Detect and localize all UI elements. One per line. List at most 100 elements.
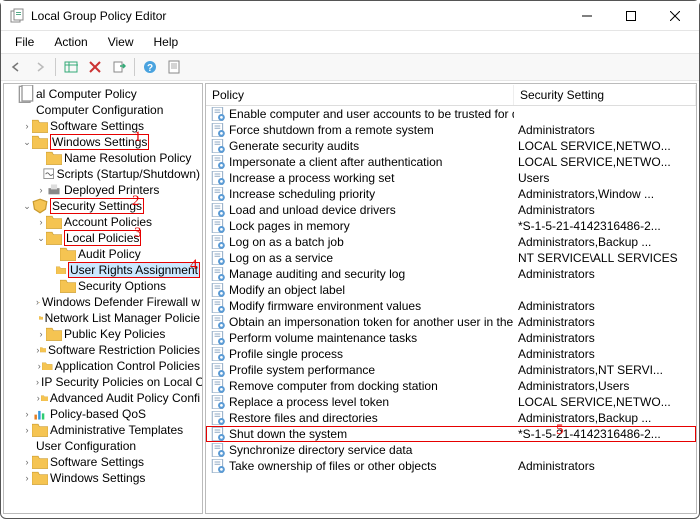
tree-item[interactable]: ⌄Security Settings2 (4, 198, 202, 214)
list-row[interactable]: Impersonate a client after authenticatio… (206, 154, 696, 170)
list-row[interactable]: Force shutdown from a remote systemAdmin… (206, 122, 696, 138)
tree-item[interactable]: Network List Manager Policie (4, 310, 202, 326)
tree-item[interactable]: User Configuration (4, 438, 202, 454)
close-button[interactable] (653, 2, 697, 30)
list-row[interactable]: Synchronize directory service data (206, 442, 696, 458)
back-button[interactable] (5, 56, 27, 78)
policy-label: Modify an object label (229, 283, 345, 297)
tree-item-label: Name Resolution Policy (64, 151, 191, 165)
tree-item[interactable]: ›Administrative Templates (4, 422, 202, 438)
properties-button[interactable] (163, 56, 185, 78)
menu-file[interactable]: File (7, 33, 42, 51)
list-row[interactable]: Enable computer and user accounts to be … (206, 106, 696, 122)
list-row[interactable]: Replace a process level tokenLOCAL SERVI… (206, 394, 696, 410)
expand-icon[interactable]: › (22, 473, 32, 483)
tree-item[interactable]: › Software Settings (4, 454, 202, 470)
tree-item[interactable]: Audit Policy (4, 246, 202, 262)
tree-item[interactable]: ›Application Control Policies (4, 358, 202, 374)
delete-button[interactable] (84, 56, 106, 78)
list-row[interactable]: Load and unload device driversAdministra… (206, 202, 696, 218)
tree-item[interactable]: ›Windows Settings (4, 470, 202, 486)
list-row[interactable]: Remove computer from docking stationAdmi… (206, 378, 696, 394)
menu-action[interactable]: Action (46, 33, 95, 51)
tree-item[interactable]: User Rights Assignment4 (4, 262, 202, 278)
tree-item-label: Application Control Policies (55, 359, 200, 373)
policy-label: Profile system performance (229, 363, 375, 377)
folder-icon (46, 151, 62, 165)
tree-item[interactable]: al Computer Policy (4, 86, 202, 102)
column-header-policy[interactable]: Policy (206, 85, 514, 105)
collapse-icon[interactable]: ⌄ (22, 201, 32, 212)
export-button[interactable] (108, 56, 130, 78)
list-row[interactable]: Lock pages in memory*S-1-5-21-4142316486… (206, 218, 696, 234)
minimize-button[interactable] (565, 2, 609, 30)
expand-icon[interactable]: › (36, 217, 46, 227)
tree-item[interactable]: Name Resolution Policy (4, 150, 202, 166)
policy-label: Increase scheduling priority (229, 187, 375, 201)
list-row[interactable]: Generate security auditsLOCAL SERVICE,NE… (206, 138, 696, 154)
tree-item[interactable]: ⌄Local Policies3 (4, 230, 202, 246)
tree-item[interactable]: ⌄Windows Settings1 (4, 134, 202, 150)
tree-item[interactable]: ›Software Settings (4, 118, 202, 134)
tree-item[interactable]: ›Policy-based QoS (4, 406, 202, 422)
tree-item[interactable]: ›Advanced Audit Policy Confi (4, 390, 202, 406)
list-row[interactable]: Perform volume maintenance tasksAdminist… (206, 330, 696, 346)
expand-icon[interactable]: › (22, 457, 32, 467)
expand-icon[interactable]: › (36, 329, 46, 339)
expand-icon[interactable]: › (22, 409, 32, 419)
tree-item[interactable]: Security Options (4, 278, 202, 294)
menu-view[interactable]: View (100, 33, 142, 51)
list-row[interactable]: Take ownership of files or other objects… (206, 458, 696, 474)
tree-item[interactable]: ›IP Security Policies on Local C (4, 374, 202, 390)
expand-icon[interactable]: › (36, 185, 46, 195)
collapse-icon[interactable]: ⌄ (36, 233, 46, 244)
security-setting-value: LOCAL SERVICE,NETWO... (514, 395, 696, 409)
list-row[interactable]: Profile single processAdministrators (206, 346, 696, 362)
list-row[interactable]: Log on as a serviceNT SERVICE\ALL SERVIC… (206, 250, 696, 266)
menu-help[interactable]: Help (146, 33, 187, 51)
tree-item[interactable]: ›Software Restriction Policies (4, 342, 202, 358)
tree-item[interactable]: ›Windows Defender Firewall w (4, 294, 202, 310)
tree-item[interactable]: ›Deployed Printers (4, 182, 202, 198)
tree-item-label: Local Policies (64, 230, 141, 246)
tree-item[interactable]: ›Public Key Policies (4, 326, 202, 342)
list-row[interactable]: Increase a process working setUsers (206, 170, 696, 186)
tree-item[interactable]: Scripts (Startup/Shutdown) (4, 166, 202, 182)
shield-icon (32, 199, 48, 213)
list-row[interactable]: Restore files and directoriesAdministrat… (206, 410, 696, 426)
help-button[interactable]: ? (139, 56, 161, 78)
expand-icon[interactable]: › (22, 121, 32, 131)
tree-pane[interactable]: al Computer PolicyComputer Configuration… (3, 83, 203, 514)
list-row[interactable]: Increase scheduling priorityAdministrato… (206, 186, 696, 202)
tree-item[interactable]: Computer Configuration (4, 102, 202, 118)
policy-icon (210, 395, 226, 409)
list-row[interactable]: Manage auditing and security log Administ… (206, 266, 696, 282)
folder-icon (60, 279, 76, 293)
folder-icon (46, 231, 62, 245)
tree-item-label: Software Settings (50, 455, 144, 469)
list-row[interactable]: Modify an object label (206, 282, 696, 298)
policy-label: Restore files and directories (229, 411, 378, 425)
policy-label: Manage auditing and security log (229, 267, 405, 281)
list-row[interactable]: Shut down the system*S-1-5-21-4142316486… (206, 426, 696, 442)
tree-item-label: Windows Defender Firewall w (42, 295, 200, 309)
list-pane[interactable]: Policy Security Setting Enable computer … (205, 83, 697, 514)
show-hide-tree-button[interactable] (60, 56, 82, 78)
security-setting-value: Administrators (514, 267, 696, 281)
maximize-button[interactable] (609, 2, 653, 30)
security-setting-value: Administrators,Users (514, 379, 696, 393)
expand-icon[interactable]: › (36, 377, 39, 387)
list-row[interactable]: Log on as a batch jobAdministrators,Back… (206, 234, 696, 250)
expand-icon[interactable]: › (22, 425, 32, 435)
policy-label: Shut down the system (229, 427, 347, 441)
policy-label: Perform volume maintenance tasks (229, 331, 417, 345)
policy-icon (210, 203, 226, 217)
tree-item[interactable]: ›Account Policies (4, 214, 202, 230)
column-header-security-setting[interactable]: Security Setting (514, 85, 696, 105)
list-row[interactable]: Obtain an impersonation token for anothe… (206, 314, 696, 330)
forward-button[interactable] (29, 56, 51, 78)
collapse-icon[interactable]: ⌄ (22, 137, 32, 148)
list-row[interactable]: Modify firmware environment valuesAdmini… (206, 298, 696, 314)
policy-label: Increase a process working set (229, 171, 394, 185)
list-row[interactable]: Profile system performanceAdministrators… (206, 362, 696, 378)
